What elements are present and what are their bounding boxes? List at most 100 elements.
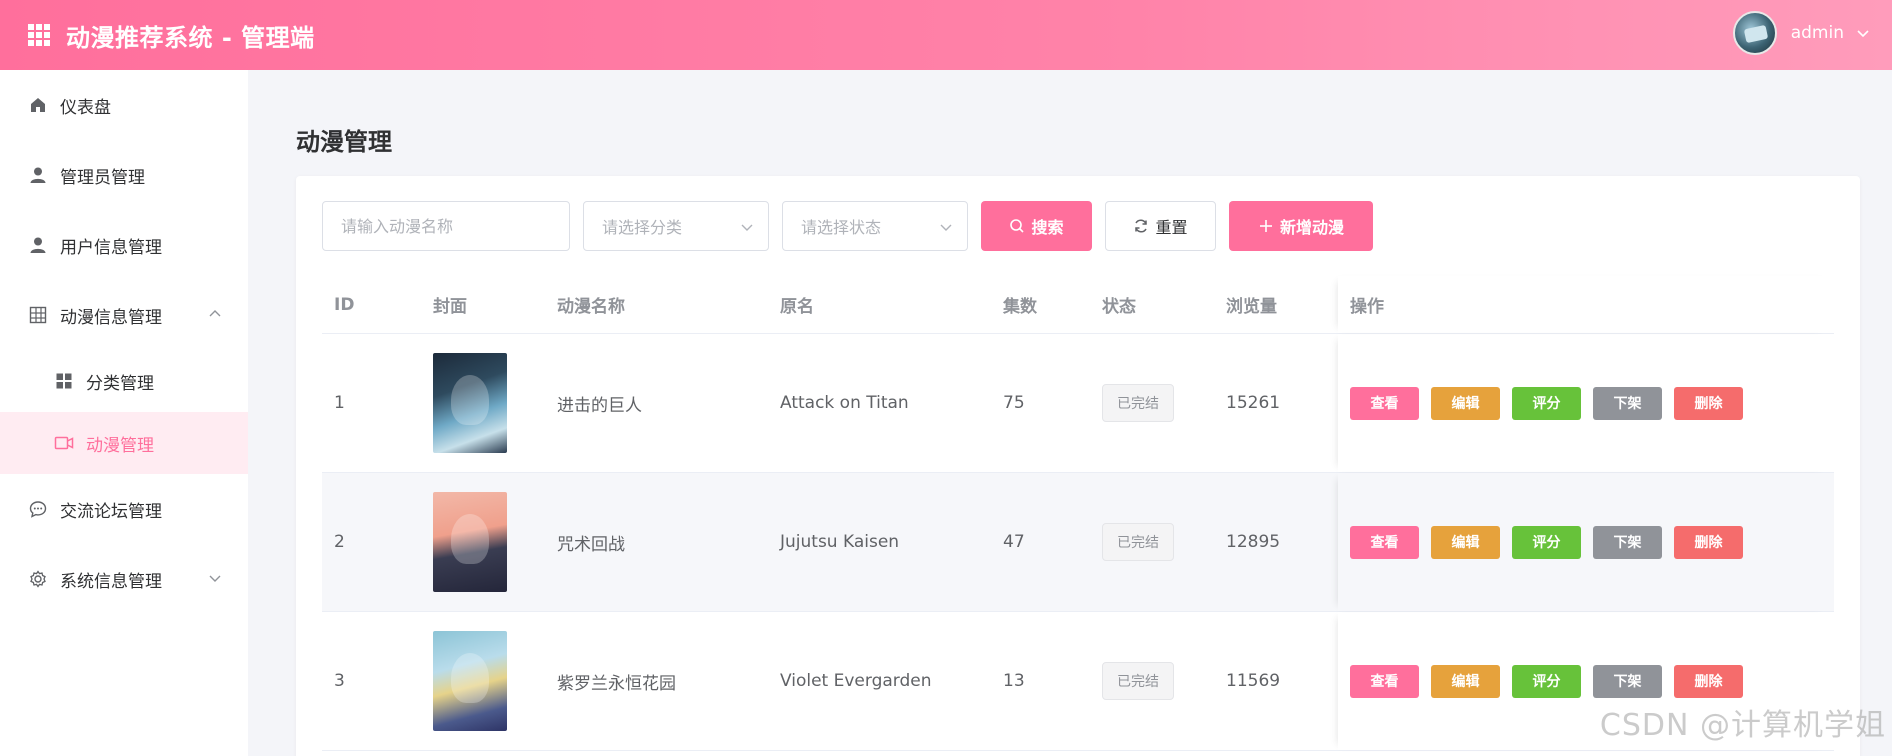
reset-button-label: 重置 xyxy=(1155,218,1188,237)
user-icon xyxy=(28,165,48,185)
cell-cover xyxy=(421,353,545,453)
add-anime-button[interactable]: 新增动漫 xyxy=(1229,201,1373,251)
column-header-name[interactable]: 动漫名称 xyxy=(545,292,768,317)
plus-icon xyxy=(1258,218,1274,234)
search-icon xyxy=(1009,218,1025,234)
refresh-icon xyxy=(1133,218,1149,234)
column-header-episodes[interactable]: 集数 xyxy=(991,292,1090,317)
cell-episodes: 13 xyxy=(1003,671,1025,691)
chevron-down-icon xyxy=(741,224,753,231)
cell-status: 已完结 xyxy=(1090,384,1214,422)
column-header-id[interactable]: ID xyxy=(322,295,421,315)
column-header-original[interactable]: 原名 xyxy=(768,292,991,317)
cell-cover xyxy=(421,492,545,592)
cover-image[interactable] xyxy=(433,353,507,453)
column-header-cover[interactable]: 封面 xyxy=(421,292,545,317)
offline-button[interactable]: 下架 xyxy=(1593,386,1662,420)
status-badge: 已完结 xyxy=(1102,662,1174,700)
rate-button[interactable]: 评分 xyxy=(1512,525,1581,559)
category-select[interactable]: 请选择分类 xyxy=(583,201,769,251)
cell-name: 紫罗兰永恒花园 xyxy=(557,673,676,694)
watermark: CSDN @计算机学姐 xyxy=(1599,708,1886,743)
sidebar-item-admin[interactable]: 管理员管理 xyxy=(0,140,248,210)
gear-icon xyxy=(28,569,48,589)
cell-ops: 查看 编辑 评分 下架 删除 xyxy=(1338,334,1834,472)
sidebar-item-category[interactable]: 分类管理 xyxy=(0,350,248,412)
table-row: 2 咒术回战 Jujutsu Kaisen 47 已完结 12895 查看 编辑… xyxy=(322,473,1834,612)
cell-id: 1 xyxy=(334,393,345,413)
cover-image[interactable] xyxy=(433,631,507,731)
cell-name: 进击的巨人 xyxy=(557,395,642,416)
edit-button[interactable]: 编辑 xyxy=(1431,386,1500,420)
anime-table: ID 封面 动漫名称 原名 集数 状态 浏览量 操作 1 进击的巨人 Attac… xyxy=(322,276,1834,751)
sidebar-item-anime[interactable]: 动漫管理 xyxy=(0,412,248,474)
search-toolbar: 请选择分类 请选择状态 搜索 重置 新增动漫 xyxy=(322,201,1373,251)
status-badge: 已完结 xyxy=(1102,384,1174,422)
chevron-down-icon xyxy=(209,575,221,582)
category-icon xyxy=(54,371,74,391)
status-badge: 已完结 xyxy=(1102,523,1174,561)
sidebar-item-label: 动漫管理 xyxy=(86,435,154,456)
page-title: 动漫管理 xyxy=(296,128,392,156)
table-header: ID 封面 动漫名称 原名 集数 状态 浏览量 操作 xyxy=(322,276,1834,334)
cell-episodes: 75 xyxy=(1003,393,1025,413)
sidebar: 仪表盘 管理员管理 用户信息管理 动漫信息管理 分类管理 动漫管理 交流论坛管理… xyxy=(0,70,248,756)
delete-button[interactable]: 删除 xyxy=(1674,525,1743,559)
column-header-ops: 操作 xyxy=(1338,276,1834,333)
status-select[interactable]: 请选择状态 xyxy=(782,201,968,251)
cell-name: 咒术回战 xyxy=(557,534,625,555)
chevron-down-icon[interactable] xyxy=(1856,26,1870,40)
sidebar-item-users[interactable]: 用户信息管理 xyxy=(0,210,248,280)
offline-button[interactable]: 下架 xyxy=(1593,664,1662,698)
status-select-placeholder: 请选择状态 xyxy=(801,218,882,237)
cell-original: Attack on Titan xyxy=(780,393,909,413)
cell-ops: 查看 编辑 评分 下架 删除 xyxy=(1338,473,1834,611)
edit-button[interactable]: 编辑 xyxy=(1431,525,1500,559)
search-button-label: 搜索 xyxy=(1031,218,1064,237)
search-button[interactable]: 搜索 xyxy=(981,201,1092,251)
view-button[interactable]: 查看 xyxy=(1350,664,1419,698)
view-button[interactable]: 查看 xyxy=(1350,386,1419,420)
cell-id: 2 xyxy=(334,532,345,552)
rate-button[interactable]: 评分 xyxy=(1512,386,1581,420)
cell-episodes: 47 xyxy=(1003,532,1025,552)
cell-original: Jujutsu Kaisen xyxy=(780,532,900,552)
cover-image[interactable] xyxy=(433,492,507,592)
add-anime-button-label: 新增动漫 xyxy=(1279,218,1344,237)
chevron-up-icon xyxy=(209,310,221,317)
column-header-views[interactable]: 浏览量 xyxy=(1214,292,1338,317)
app-title: 动漫推荐系统 - 管理端 xyxy=(66,23,315,52)
offline-button[interactable]: 下架 xyxy=(1593,525,1662,559)
column-header-status[interactable]: 状态 xyxy=(1090,292,1214,317)
reset-button[interactable]: 重置 xyxy=(1105,201,1216,251)
username[interactable]: admin xyxy=(1791,23,1844,43)
cell-views: 15261 xyxy=(1226,393,1281,413)
grid-icon xyxy=(28,305,48,325)
user-menu[interactable]: admin xyxy=(1732,11,1870,55)
chevron-down-icon xyxy=(940,224,952,231)
sidebar-item-anime-info[interactable]: 动漫信息管理 xyxy=(0,280,248,350)
rate-button[interactable]: 评分 xyxy=(1512,664,1581,698)
cell-cover xyxy=(421,631,545,731)
anime-name-input[interactable] xyxy=(322,201,570,251)
sidebar-item-label: 管理员管理 xyxy=(60,167,145,188)
delete-button[interactable]: 删除 xyxy=(1674,386,1743,420)
sidebar-item-label: 交流论坛管理 xyxy=(60,501,162,522)
table-row: 1 进击的巨人 Attack on Titan 75 已完结 15261 查看 … xyxy=(322,334,1834,473)
sidebar-item-system[interactable]: 系统信息管理 xyxy=(0,544,248,614)
content-card: 请选择分类 请选择状态 搜索 重置 新增动漫 ID xyxy=(296,176,1860,756)
sidebar-item-dashboard[interactable]: 仪表盘 xyxy=(0,70,248,140)
delete-button[interactable]: 删除 xyxy=(1674,664,1743,698)
cell-status: 已完结 xyxy=(1090,523,1214,561)
sidebar-item-label: 仪表盘 xyxy=(60,97,111,118)
cell-id: 3 xyxy=(334,671,345,691)
view-button[interactable]: 查看 xyxy=(1350,525,1419,559)
cell-status: 已完结 xyxy=(1090,662,1214,700)
sidebar-item-label: 分类管理 xyxy=(86,373,154,394)
video-icon xyxy=(54,433,74,453)
edit-button[interactable]: 编辑 xyxy=(1431,664,1500,698)
apps-grid-icon[interactable] xyxy=(28,24,50,46)
avatar[interactable] xyxy=(1732,11,1777,55)
sidebar-item-forum[interactable]: 交流论坛管理 xyxy=(0,474,248,544)
sidebar-item-label: 系统信息管理 xyxy=(60,571,162,592)
